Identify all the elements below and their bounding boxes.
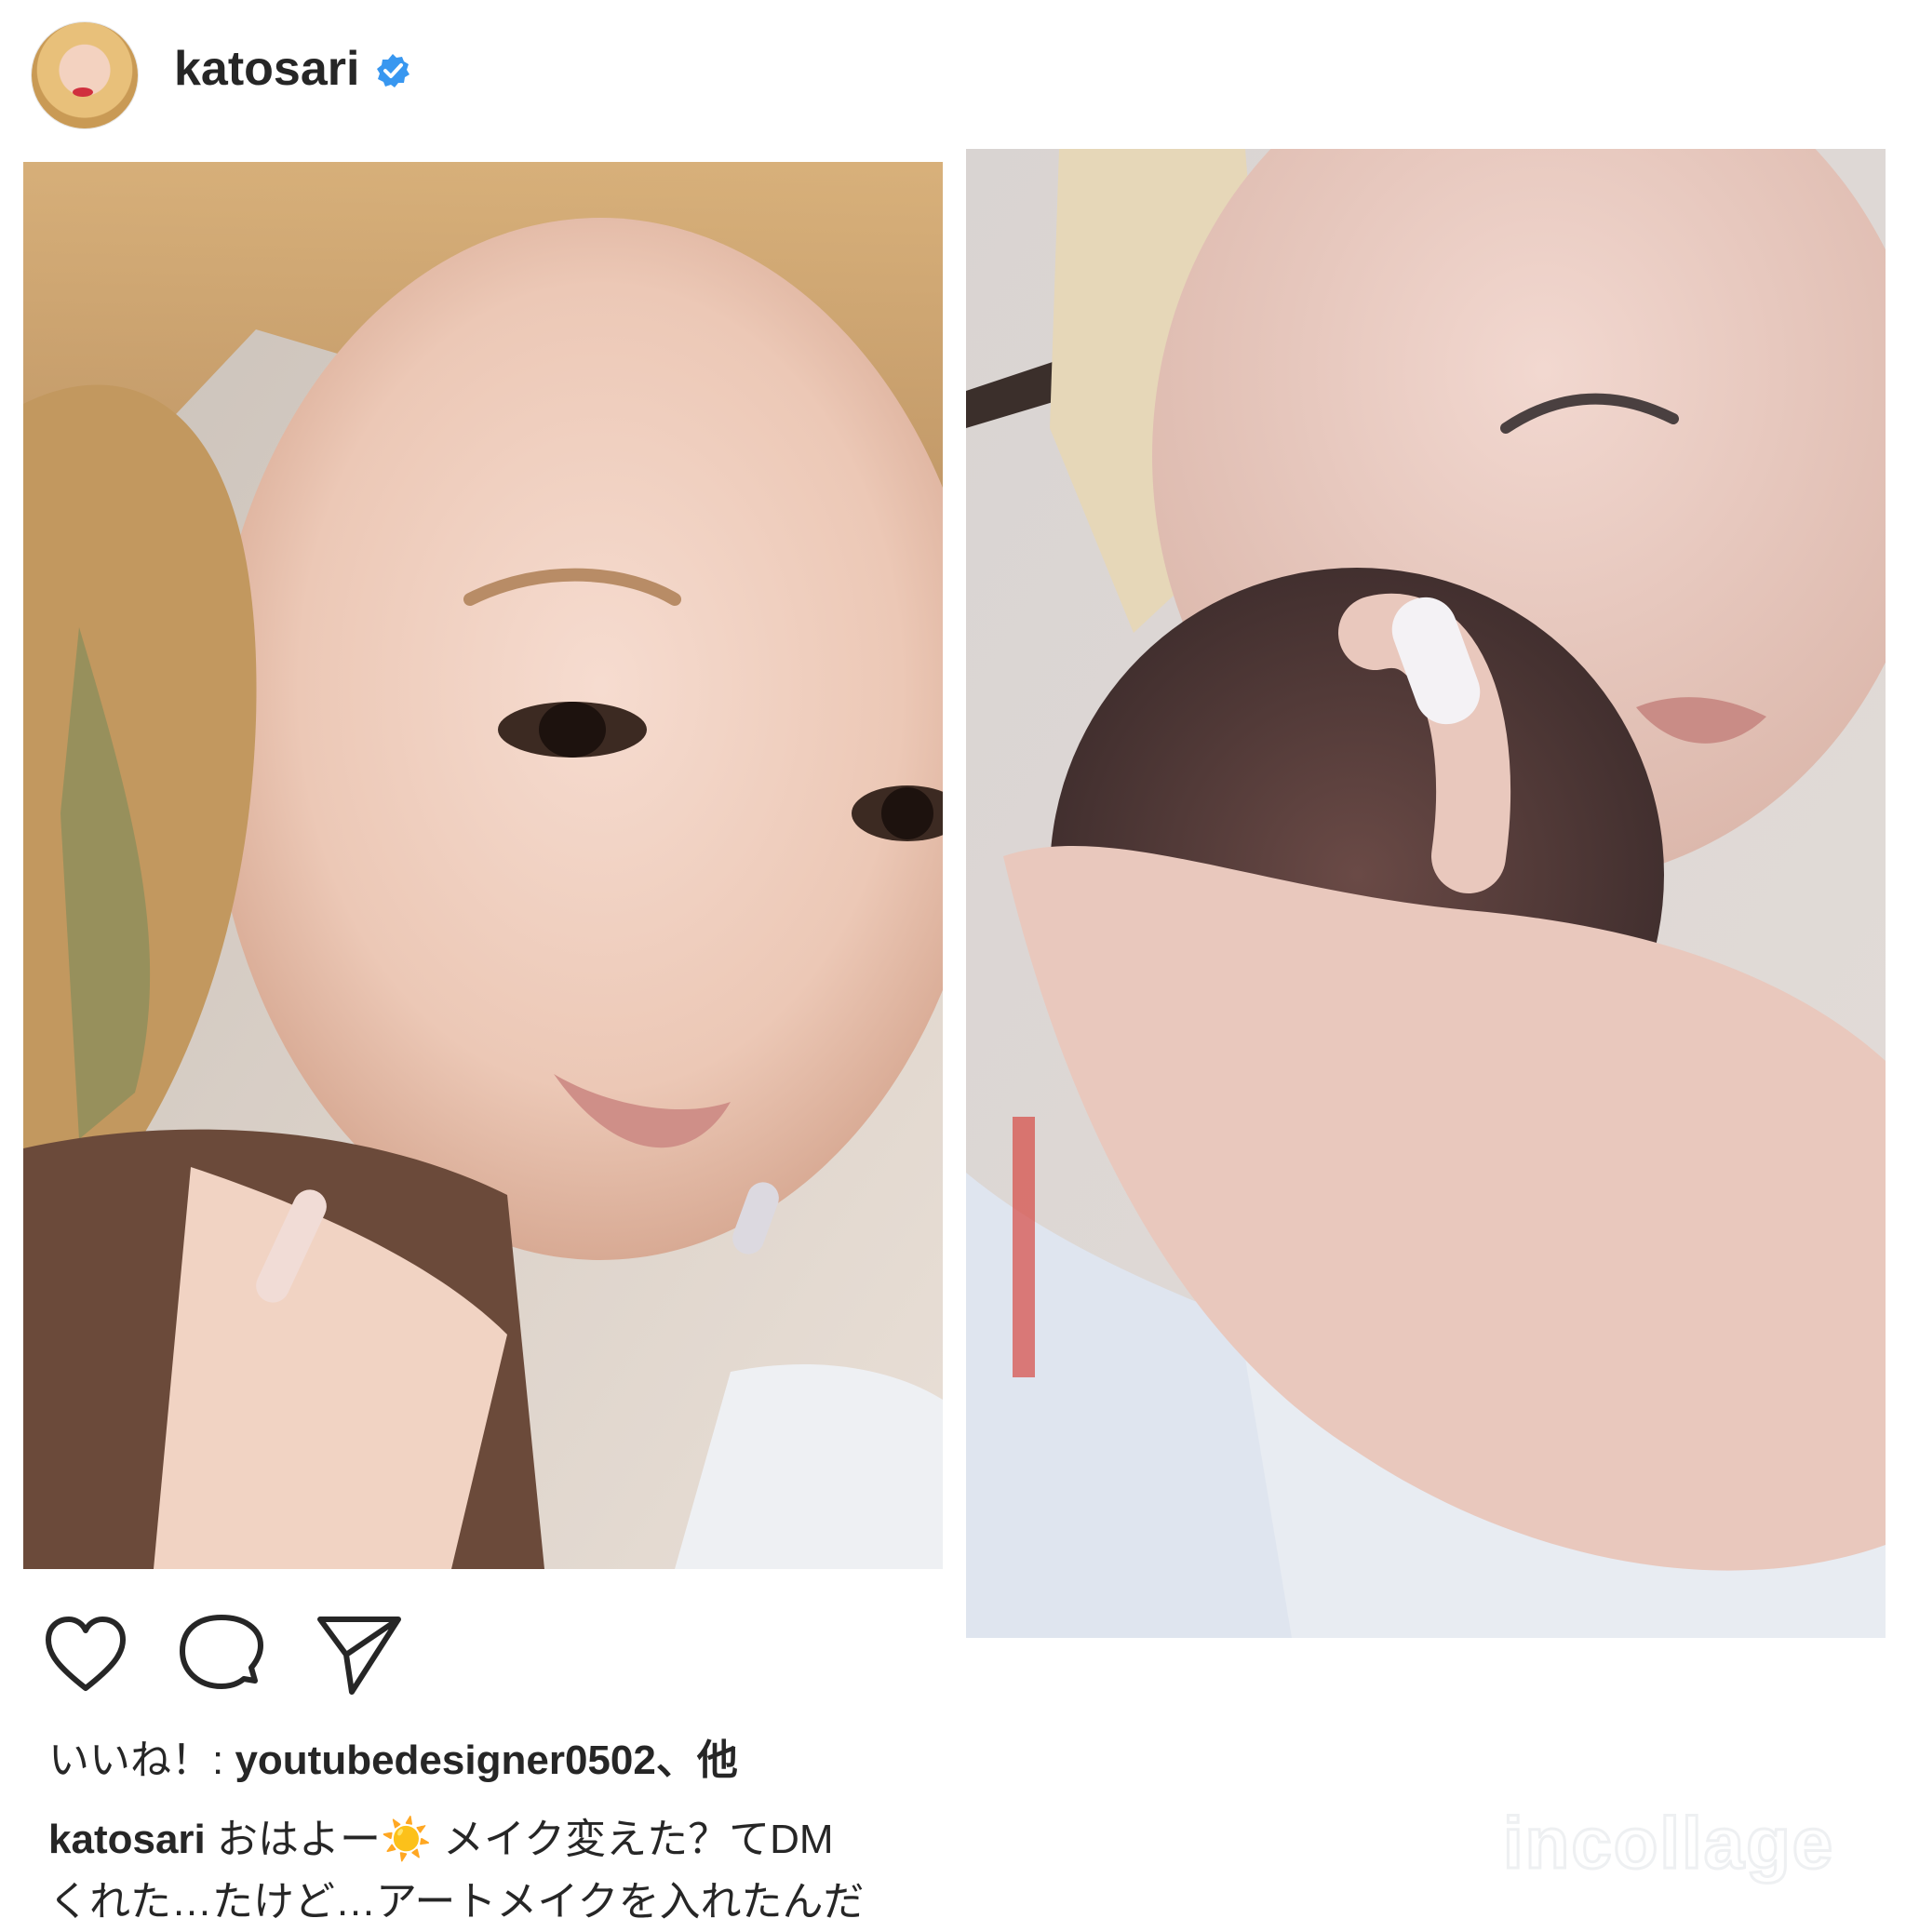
caption-username[interactable]: katosari	[48, 1817, 206, 1862]
post-caption: katosari おはよー☀️ メイク変えた？てDM	[48, 1810, 942, 1870]
username[interactable]: katosari	[174, 39, 359, 99]
likes-summary: いいね！: youtubedesigner0502、他	[48, 1733, 738, 1789]
avatar-lips	[73, 87, 93, 97]
liked-by-user[interactable]: youtubedesigner0502	[235, 1737, 655, 1783]
caption-text-line2: くれた…たけど…アートメイクを入れたんだ	[48, 1879, 865, 1925]
send-icon	[317, 1617, 401, 1695]
caption-text: おはよー☀️ メイク変えた？てDM	[205, 1817, 834, 1862]
post-photo-right[interactable]	[966, 149, 1886, 1638]
likes-prefix: いいね！:	[48, 1737, 235, 1783]
likes-suffix[interactable]: 、他	[656, 1737, 738, 1783]
comment-button[interactable]	[177, 1610, 266, 1699]
like-button[interactable]	[41, 1610, 130, 1699]
selfie-image	[23, 162, 943, 1569]
verified-badge-icon	[377, 54, 409, 87]
post-header: katosari	[0, 0, 1906, 149]
share-button[interactable]	[315, 1610, 404, 1699]
baby-image	[966, 149, 1886, 1638]
comment-icon	[180, 1615, 263, 1689]
post-photo-left[interactable]	[23, 162, 943, 1569]
action-bar	[0, 1610, 943, 1703]
avatar[interactable]	[32, 22, 138, 128]
incollage-watermark: incollage	[1501, 1801, 1835, 1885]
heart-icon	[46, 1617, 126, 1691]
